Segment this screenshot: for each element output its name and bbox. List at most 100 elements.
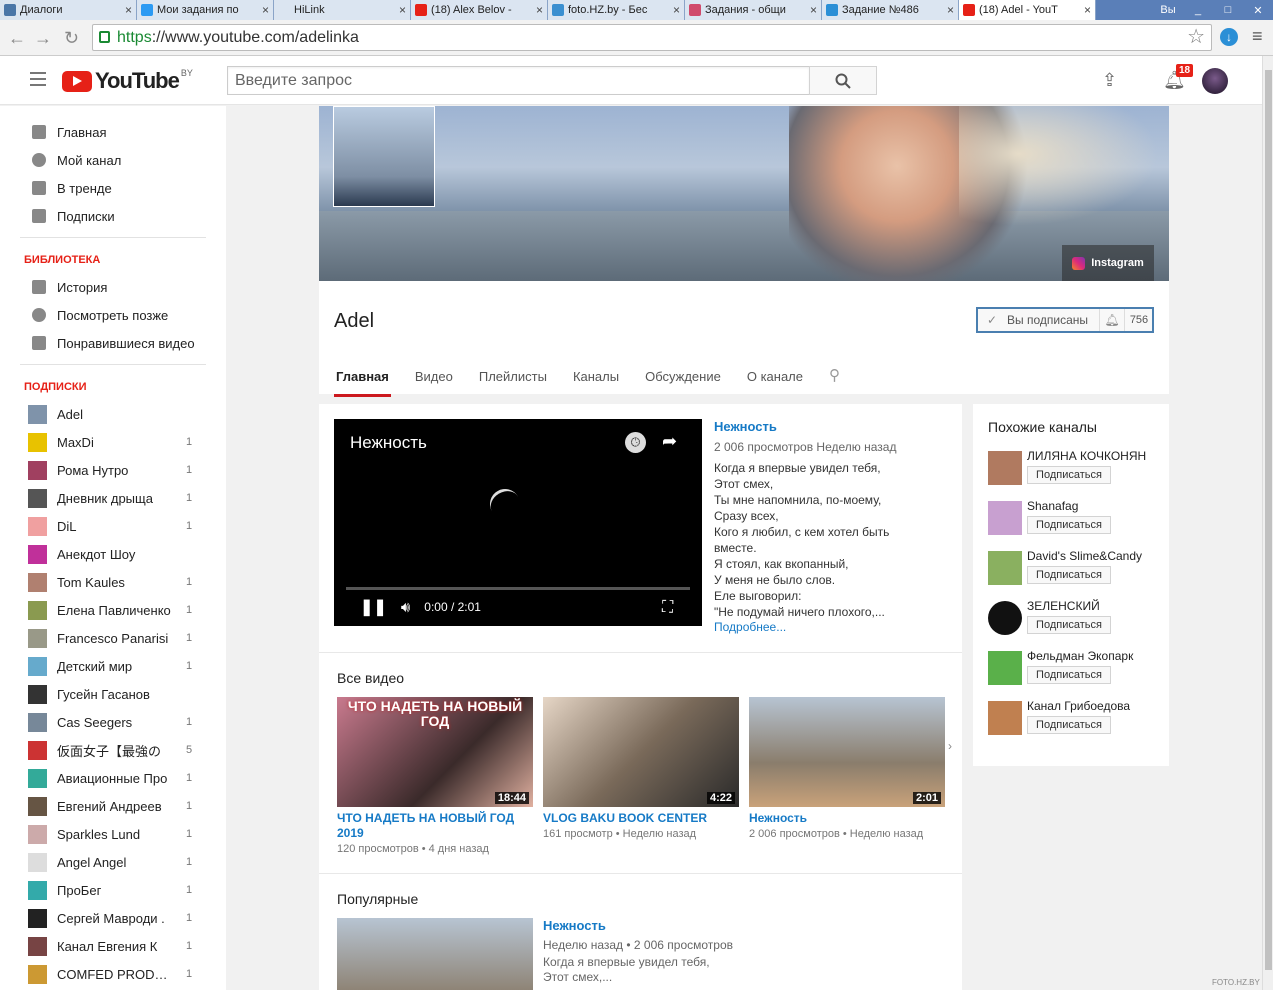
channel-tab[interactable]: О канале [747,369,803,394]
video-title[interactable]: VLOG BAKU BOOK CENTER [543,811,739,826]
close-window-icon[interactable]: ✕ [1243,0,1273,20]
tab-close-icon[interactable]: × [1084,3,1091,17]
video-title[interactable]: Нежность [749,811,945,826]
pause-icon[interactable]: ❚❚ [360,597,387,617]
subscription-item[interactable]: Дневник дрыща 1 [0,484,226,512]
subscription-item[interactable]: Cas Seegers 1 [0,708,226,736]
browser-tab[interactable]: foto.HZ.by - Бес × [548,0,685,20]
guide-menu-icon[interactable] [30,72,46,86]
subscribe-button[interactable]: Подписаться [1027,566,1111,584]
subscribed-button[interactable]: ✓ Вы подписаны 🔔︎ 756 [976,307,1154,333]
channel-avatar[interactable] [333,106,435,207]
download-extension-icon[interactable]: ↓ [1220,28,1238,46]
back-icon[interactable]: ← [8,28,26,49]
channel-tab[interactable]: Главная [334,369,391,397]
fullscreen-icon[interactable]: ⛶ [662,599,673,617]
video-thumbnail[interactable]: 4:22 [543,697,739,807]
subscription-item[interactable]: 仮面女子【最強の 5 [0,736,226,764]
video-card[interactable]: 4:22 VLOG BAKU BOOK CENTER 161 просмотр • … [543,697,739,840]
popular-video-title[interactable]: Нежность [543,918,803,933]
browser-tab[interactable]: (18) Alex Belov - × [411,0,548,20]
related-channel-name[interactable]: Shanafag [1027,499,1078,513]
youtube-logo[interactable]: YouTube BY [62,68,193,94]
maximize-icon[interactable]: □ [1213,0,1243,20]
sidebar-item[interactable]: Посмотреть позже [0,301,226,329]
channel-tab[interactable]: Каналы [573,369,619,394]
related-channel-name[interactable]: Фельдман Экопарк [1027,649,1133,663]
related-channel-avatar[interactable] [988,501,1022,535]
scrollbar[interactable] [1262,56,1273,990]
subscription-item[interactable]: Елена Павличенко 1 [0,596,226,624]
popular-video-thumbnail[interactable] [337,918,533,990]
browser-tab[interactable]: Мои задания по × [137,0,274,20]
subscription-item[interactable]: Tom Kaules 1 [0,568,226,596]
subscription-item[interactable]: Канал Евгения К 1 [0,932,226,960]
sidebar-item[interactable]: Главная [0,118,226,146]
tab-close-icon[interactable]: × [947,3,954,17]
subscription-item[interactable]: Сергей Мавроди . 1 [0,904,226,932]
bookmark-star-icon[interactable]: ☆ [1187,25,1205,50]
browser-tab[interactable]: Диалоги × [0,0,137,20]
subscription-item[interactable]: MaxDi 1 [0,428,226,456]
video-thumbnail[interactable]: ЧТО НАДЕТЬ НА НОВЫЙ ГОД 18:44 [337,697,533,807]
browser-tab[interactable]: (18) Adel - YouT × [959,0,1096,20]
user-label[interactable]: Вы [1153,0,1183,20]
related-channel-name[interactable]: ЛИЛЯНА КОЧКОНЯН [1027,449,1146,463]
sidebar-item[interactable]: В тренде [0,174,226,202]
subscription-item[interactable]: Рома Нутро 1 [0,456,226,484]
browser-menu-icon[interactable]: ≡ [1252,26,1263,47]
tab-close-icon[interactable]: × [399,3,406,17]
sidebar-item[interactable]: Подписки [0,202,226,230]
subscription-item[interactable]: Francesco Panarisi 1 [0,624,226,652]
channel-tab[interactable]: Плейлисты [479,369,547,394]
forward-icon[interactable]: → [34,28,52,49]
progress-bar[interactable] [346,587,690,590]
share-icon[interactable]: ➦ [662,431,677,452]
tab-close-icon[interactable]: × [673,3,680,17]
read-more-link[interactable]: Подробнее... [714,620,949,634]
subscribe-button[interactable]: Подписаться [1027,466,1111,484]
tab-close-icon[interactable]: × [810,3,817,17]
featured-title[interactable]: Нежность [714,419,949,434]
shelf-next-arrow-icon[interactable]: › [948,739,952,753]
account-avatar[interactable] [1202,68,1228,94]
related-channel-avatar[interactable] [988,451,1022,485]
related-channel-name[interactable]: ЗЕЛЕНСКИЙ [1027,599,1100,613]
subscribe-button[interactable]: Подписаться [1027,666,1111,684]
upload-icon[interactable]: ⇪ [1102,70,1117,91]
subscription-item[interactable]: Гусейн Гасанов [0,680,226,708]
search-button[interactable] [809,66,877,95]
subscription-item[interactable]: ПроБег 1 [0,876,226,904]
related-channel-avatar[interactable] [988,701,1022,735]
subscribe-button[interactable]: Подписаться [1027,716,1111,734]
sidebar-item[interactable]: Мой канал [0,146,226,174]
sidebar-item[interactable]: Понравившиеся видео [0,329,226,357]
sidebar-item[interactable]: История [0,273,226,301]
volume-icon[interactable]: 🔊︎ [401,599,410,616]
subscribe-button[interactable]: Подписаться [1027,516,1111,534]
tab-close-icon[interactable]: × [125,3,132,17]
reload-icon[interactable]: ↻ [64,28,79,49]
url-field[interactable]: https://www.youtube.com/adelinka ☆ [92,24,1212,51]
all-videos-heading[interactable]: Все видео [337,670,404,686]
video-card[interactable]: ЧТО НАДЕТЬ НА НОВЫЙ ГОД 18:44 ЧТО НАДЕТЬ Н… [337,697,533,855]
related-channel-avatar[interactable] [988,651,1022,685]
subscription-item[interactable]: Детский мир 1 [0,652,226,680]
scrollbar-thumb[interactable] [1265,70,1272,970]
channel-tab[interactable]: Обсуждение [645,369,721,394]
subscribe-button[interactable]: Подписаться [1027,616,1111,634]
channel-search-icon[interactable]: ⚲ [829,366,840,391]
subscription-item[interactable]: Angel Angel 1 [0,848,226,876]
subscription-item[interactable]: Sparkles Lund 1 [0,820,226,848]
browser-tab[interactable]: Задание №486 × [822,0,959,20]
subscription-item[interactable]: Авиационные Про 1 [0,764,226,792]
channel-tab[interactable]: Видео [415,369,453,394]
subscription-item[interactable]: Adel [0,400,226,428]
related-channel-name[interactable]: Канал Грибоедова [1027,699,1130,713]
related-channel-name[interactable]: David's Slime&Candy [1027,549,1142,563]
watch-later-icon[interactable]: 🕓︎ [625,432,646,453]
popular-heading[interactable]: Популярные [337,891,418,907]
subscription-item[interactable]: DiL 1 [0,512,226,540]
video-thumbnail[interactable]: 2:01 [749,697,945,807]
subscription-item[interactable]: Анекдот Шоу [0,540,226,568]
